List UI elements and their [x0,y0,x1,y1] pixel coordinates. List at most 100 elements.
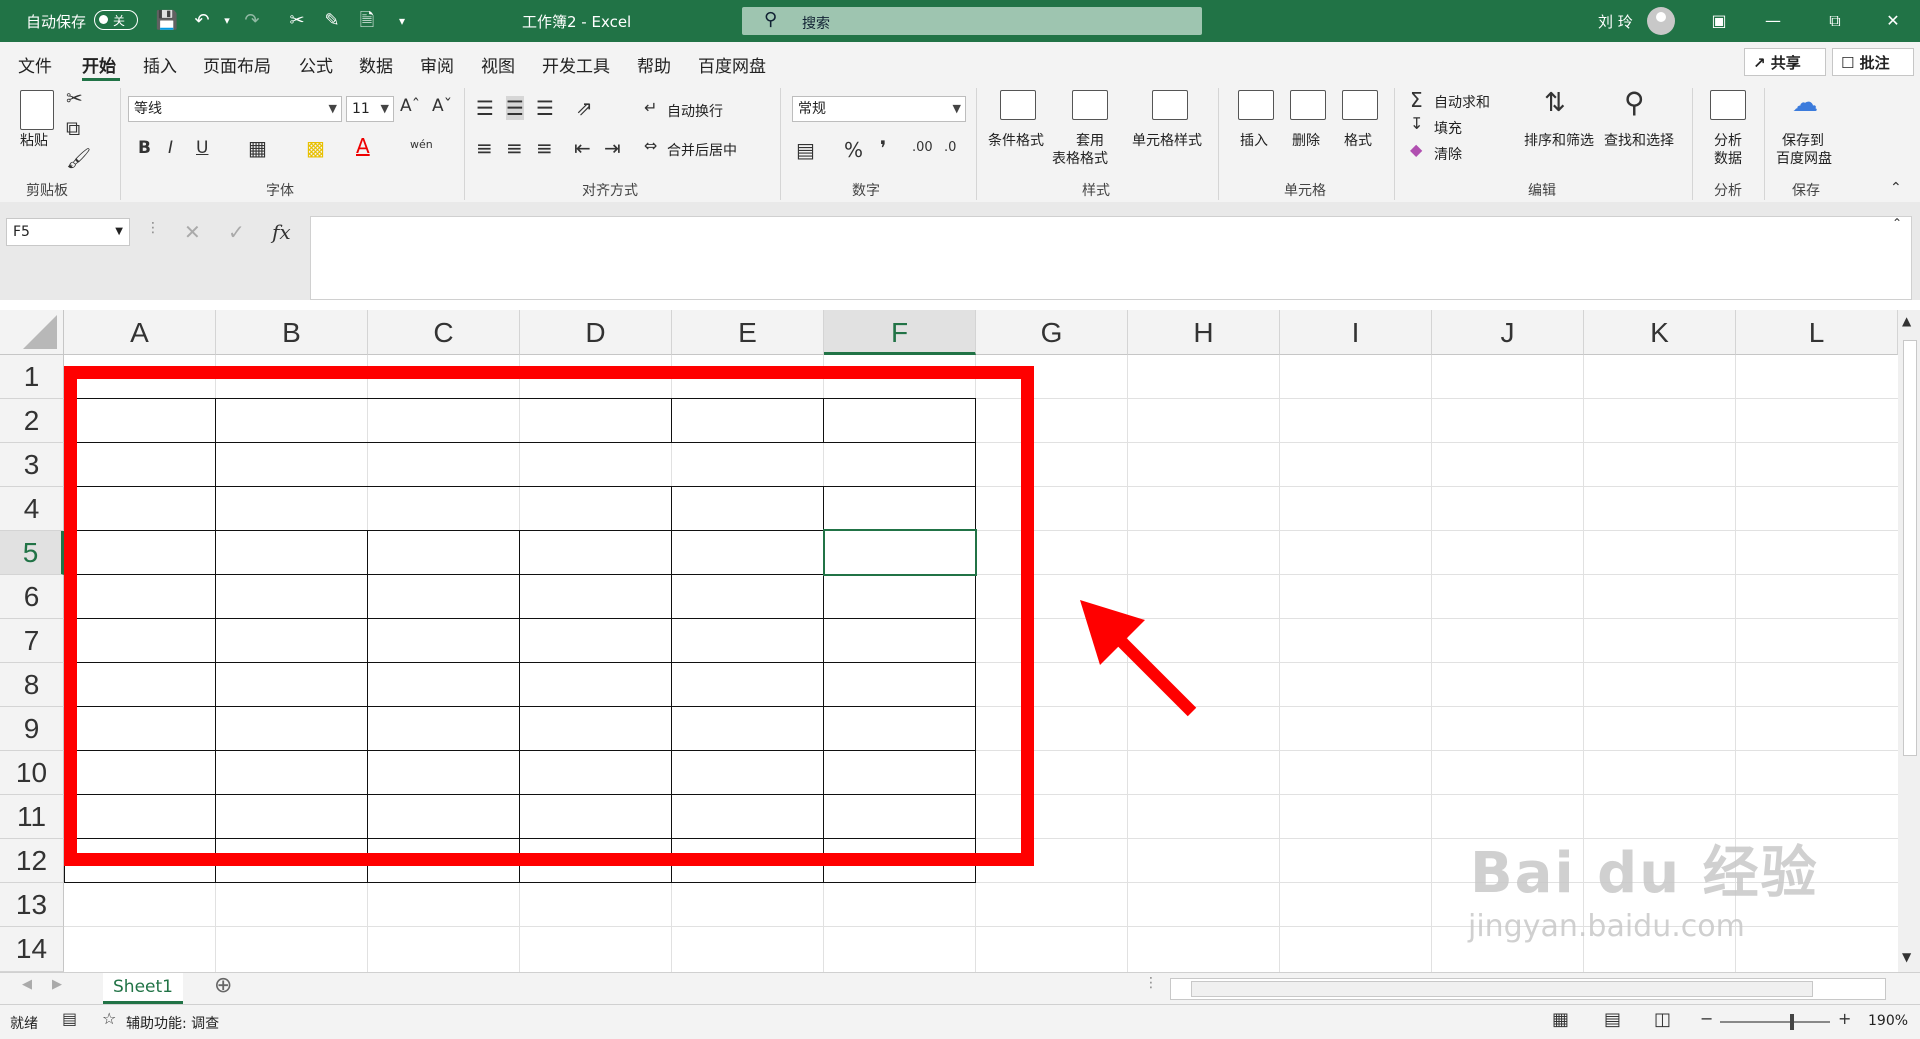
save-baidu-line2[interactable]: 百度网盘 [1776,148,1832,168]
normal-view-icon[interactable]: ▦ [1552,1009,1569,1030]
tab-data[interactable]: 数据 [359,52,393,77]
decrease-decimal-icon[interactable]: .0 [944,140,956,155]
format-cells-button[interactable]: 格式 [1344,130,1372,150]
format-as-table-line1[interactable]: 套用 [1076,130,1104,150]
save-baidu-line1[interactable]: 保存到 [1782,130,1824,150]
zoom-level[interactable]: 190% [1868,1013,1908,1029]
find-select-button[interactable]: 查找和选择 [1604,130,1674,150]
comments-button[interactable]: ☐ 批注 [1832,48,1914,76]
row-header-12[interactable]: 12 [0,839,64,883]
tab-baidu[interactable]: 百度网盘 [698,52,766,77]
cell-styles-button[interactable]: 单元格样式 [1132,130,1202,150]
format-cells-icon[interactable] [1342,90,1378,120]
font-color-icon[interactable]: A [356,134,370,158]
find-select-icon[interactable]: ⚲ [1624,86,1645,119]
tab-help[interactable]: 帮助 [637,52,671,77]
name-box[interactable]: F5 ▼ [6,218,130,246]
tab-view[interactable]: 视图 [481,52,515,77]
sort-filter-button[interactable]: 排序和筛选 [1524,130,1594,150]
ribbon-display-icon[interactable]: ▣ [1706,8,1732,34]
row-header-9[interactable]: 9 [0,707,64,751]
row-header-5[interactable]: 5 [0,531,64,575]
bold-icon[interactable]: B [138,138,151,158]
formula-input[interactable] [310,216,1912,300]
customize-qa-icon[interactable]: ▾ [390,9,414,33]
insert-cells-button[interactable]: 插入 [1240,130,1268,150]
copy-icon[interactable]: ⧉ [66,116,80,140]
align-center-icon[interactable]: ≡ [506,136,523,160]
increase-decimal-icon[interactable]: .00 [912,140,933,155]
select-all-corner[interactable] [0,310,64,355]
scroll-thumb[interactable] [1903,340,1917,756]
tab-formulas[interactable]: 公式 [299,52,333,77]
tab-split-handle[interactable]: ⋮ [1144,975,1158,991]
baidu-cloud-icon[interactable]: ☁ [1792,88,1818,118]
cut-icon[interactable]: ✂ [66,86,83,110]
page-break-view-icon[interactable]: ◫ [1654,1009,1671,1030]
cell-styles-icon[interactable] [1152,90,1188,120]
align-bottom-icon[interactable]: ☰ [536,96,554,120]
align-left-icon[interactable]: ≡ [476,136,493,160]
number-format-select[interactable]: 常规 ▼ [792,96,966,122]
column-header-B[interactable]: B [216,310,368,355]
paste-icon[interactable] [20,90,54,130]
wrap-text-icon[interactable]: ↵ [644,98,657,117]
autosave-toggle[interactable]: 关 [94,10,138,30]
column-header-H[interactable]: H [1128,310,1280,355]
fill-color-icon[interactable]: ▩ [306,136,325,160]
tab-developer[interactable]: 开发工具 [542,52,610,77]
zoom-slider[interactable] [1720,1014,1830,1030]
align-middle-icon[interactable]: ☰ [506,96,524,120]
column-header-C[interactable]: C [368,310,520,355]
redo-icon[interactable]: ↷ [240,9,264,33]
horizontal-scrollbar[interactable] [1170,978,1886,1000]
analyze-data-icon[interactable] [1710,90,1746,120]
row-header-4[interactable]: 4 [0,487,64,531]
tab-home[interactable]: 开始 [82,52,116,77]
column-header-E[interactable]: E [672,310,824,355]
accounting-format-icon[interactable]: ▤ [796,138,815,162]
enter-formula-icon[interactable]: ✓ [228,220,245,244]
font-size-select[interactable]: 11 ▼ [346,96,394,122]
conditional-format-icon[interactable] [1000,90,1036,120]
format-as-table-icon[interactable] [1072,90,1108,120]
tab-file[interactable]: 文件 [18,52,52,77]
row-header-8[interactable]: 8 [0,663,64,707]
row-header-3[interactable]: 3 [0,443,64,487]
expand-formula-icon[interactable]: ⌃ [1892,216,1902,230]
column-header-F[interactable]: F [824,310,976,355]
accessibility-status[interactable]: 辅助功能: 调查 [126,1013,219,1033]
insert-cells-icon[interactable] [1238,90,1274,120]
tab-insert[interactable]: 插入 [143,52,177,77]
page-layout-view-icon[interactable]: ▤ [1604,1009,1621,1030]
align-right-icon[interactable]: ≡ [536,136,553,160]
zoom-in-icon[interactable]: + [1838,1009,1851,1028]
new-file-icon[interactable]: 🗎 [355,9,379,33]
share-button[interactable]: ↗ 共享 [1744,48,1826,76]
paste-button[interactable]: 粘贴 [20,130,48,150]
row-header-10[interactable]: 10 [0,751,64,795]
format-painter-qa-icon[interactable]: ✎ [320,9,344,33]
increase-font-icon[interactable]: Aˆ [400,96,420,116]
horizontal-scroll-thumb[interactable] [1191,981,1813,997]
undo-icon[interactable]: ↶ [190,9,214,33]
align-top-icon[interactable]: ☰ [476,96,494,120]
cut-icon[interactable]: ✂ [285,9,309,33]
column-header-D[interactable]: D [520,310,672,355]
minimize-icon[interactable]: — [1760,8,1786,34]
row-header-1[interactable]: 1 [0,355,64,399]
format-painter-icon[interactable]: 🖌 [66,146,91,170]
insert-function-icon[interactable]: fx [272,220,291,244]
clear-button[interactable]: 清除 [1434,144,1462,164]
row-header-2[interactable]: 2 [0,399,64,443]
comma-style-icon[interactable]: ❜ [880,136,886,160]
collapse-ribbon-icon[interactable]: ⌃ [1890,180,1902,196]
column-header-G[interactable]: G [976,310,1128,355]
scroll-down-icon[interactable]: ▼ [1902,950,1911,964]
clear-icon[interactable]: ◆ [1410,140,1422,159]
column-header-J[interactable]: J [1432,310,1584,355]
sort-filter-icon[interactable]: ⇅ [1544,88,1566,118]
zoom-out-icon[interactable]: − [1700,1009,1713,1028]
search-box[interactable]: ⚲ 搜索 [742,7,1202,35]
column-header-A[interactable]: A [64,310,216,355]
